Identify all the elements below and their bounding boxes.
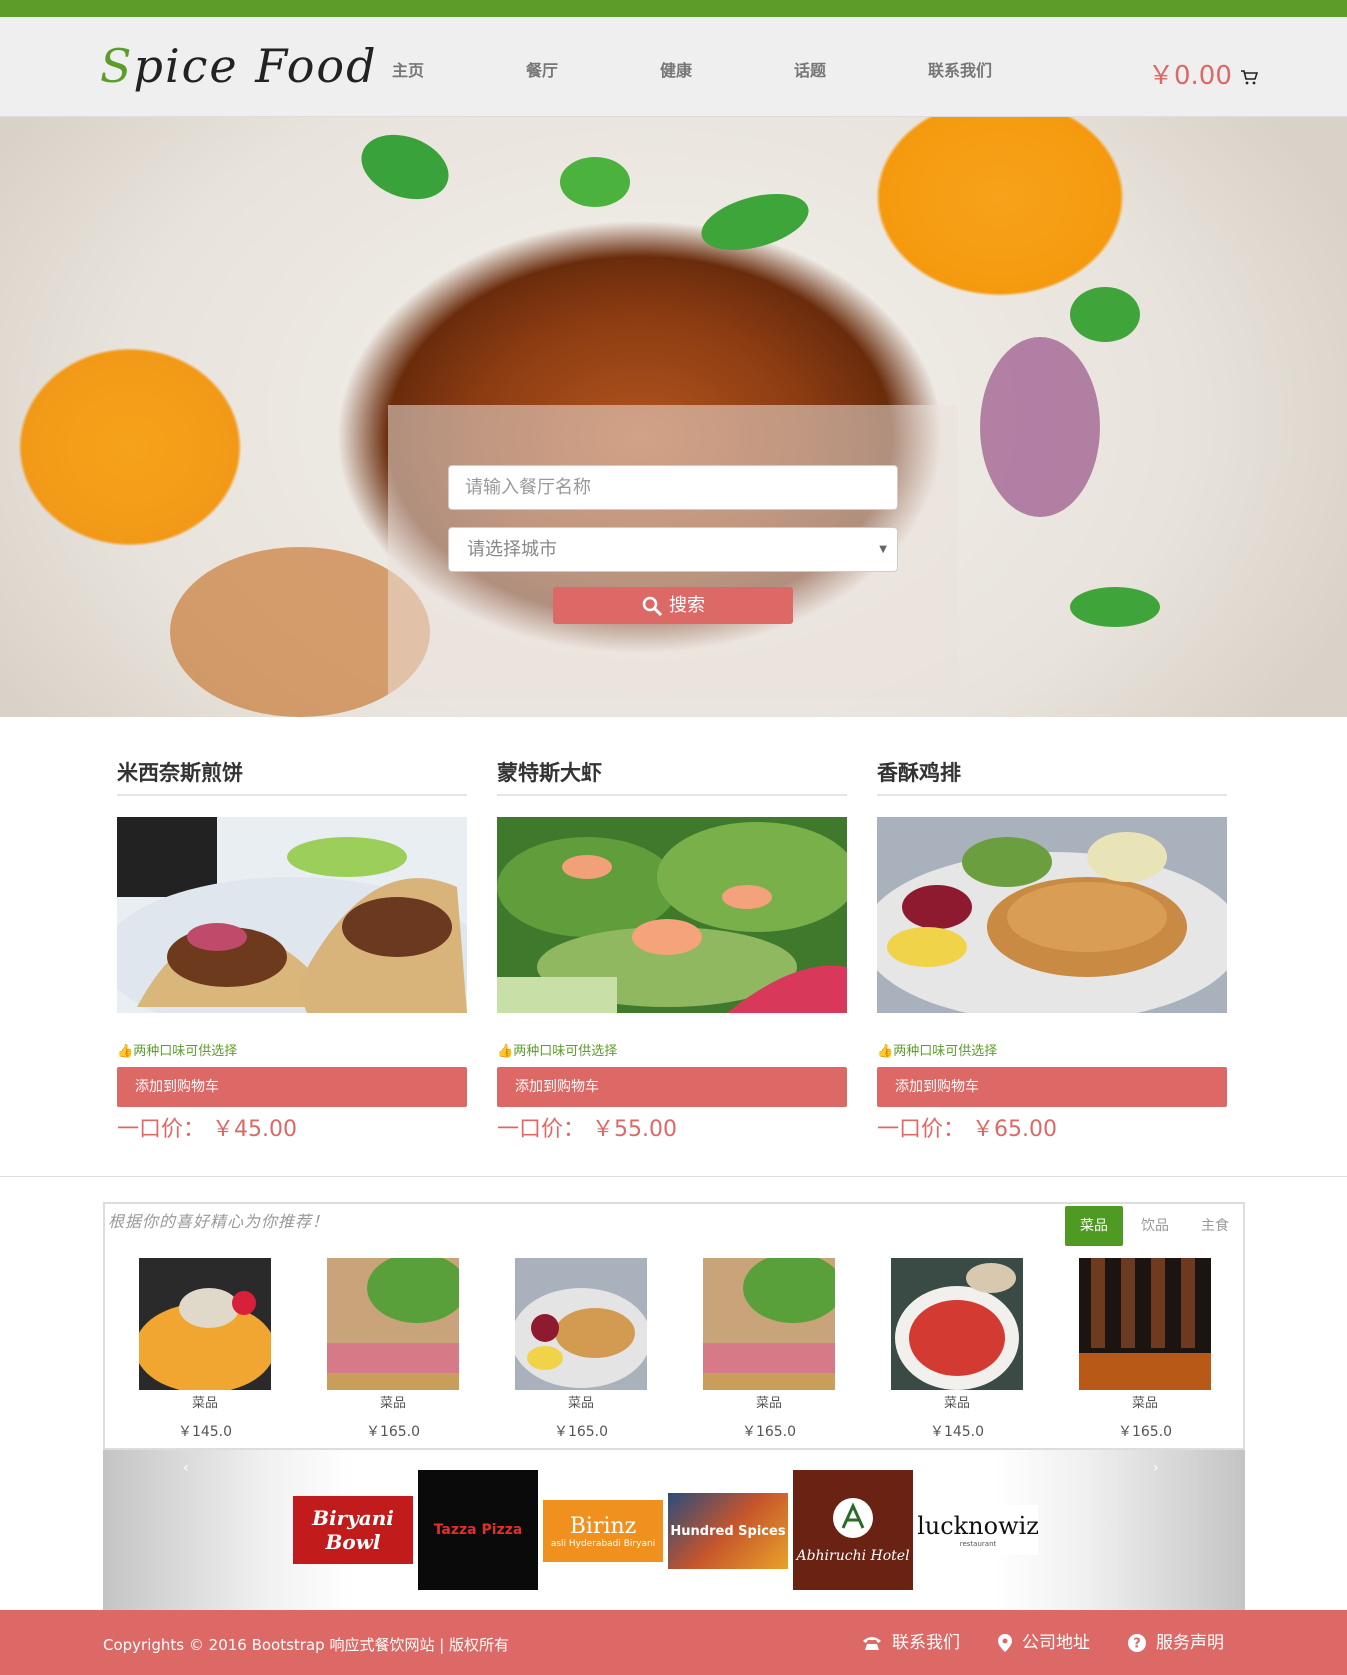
divider <box>117 794 467 796</box>
garnish <box>695 183 815 261</box>
dish-price: 一口价： ￥65.00 <box>877 1117 1057 1142</box>
garnish <box>1070 587 1160 627</box>
recommendation-panel: 根据你的喜好精心为你推荐！ 菜品 饮品 主食 菜品 ￥145.0 菜品 ￥165… <box>103 1202 1245 1450</box>
dish-thumbnail <box>891 1258 1023 1390</box>
recommended-dish[interactable]: 菜品 ￥165.0 <box>515 1258 647 1441</box>
nav-contact[interactable]: 联系我们 <box>928 57 992 81</box>
city-select[interactable]: 请选择城市 ▼ <box>448 527 898 572</box>
search-panel: 请输入餐厅名称 请选择城市 ▼ 搜索 <box>388 405 958 699</box>
dish-price: ￥165.0 <box>1117 1424 1173 1440</box>
dish-price: ￥165.0 <box>365 1424 421 1440</box>
nav-health[interactable]: 健康 <box>660 57 692 81</box>
brand-logo-hundred-spices[interactable]: Hundred Spices <box>668 1493 788 1569</box>
carousel-prev-button[interactable]: ‹ <box>183 1460 189 1476</box>
garnish <box>560 157 630 207</box>
dish-category: 菜品 <box>567 1396 594 1411</box>
site-logo[interactable]: Spice Food <box>100 39 378 93</box>
location-pin-icon <box>998 1634 1012 1652</box>
dish-note: 👍两种口味可供选择 <box>877 1044 998 1059</box>
dish-thumbnail <box>1079 1258 1211 1390</box>
search-button[interactable]: 搜索 <box>553 587 793 624</box>
carousel-next-button[interactable]: › <box>1153 1460 1159 1476</box>
shopping-cart-icon <box>1241 69 1259 84</box>
recommendation-title: 根据你的喜好精心为你推荐！ <box>108 1212 330 1231</box>
restaurant-name-input[interactable]: 请输入餐厅名称 <box>448 465 898 510</box>
divider <box>497 794 847 796</box>
garnish <box>352 123 458 211</box>
add-to-cart-button[interactable]: 添加到购物车 <box>877 1067 1227 1107</box>
thumbs-up-icon: 👍 <box>117 1044 134 1059</box>
dish-category: 菜品 <box>191 1396 218 1411</box>
dish-price: ￥145.0 <box>177 1424 233 1440</box>
garnish <box>980 337 1100 517</box>
svg-text:?: ? <box>1133 1637 1141 1652</box>
nav-restaurants[interactable]: 餐厅 <box>526 57 558 81</box>
dish-thumbnail <box>139 1258 271 1390</box>
recommended-dish[interactable]: 菜品 ￥165.0 <box>703 1258 835 1441</box>
brand-logo-abhiruchi-hotel[interactable]: Abhiruchi Hotel <box>793 1470 913 1590</box>
recommended-dish[interactable]: 菜品 ￥145.0 <box>891 1258 1023 1441</box>
dish-image-tacos[interactable] <box>117 817 467 1013</box>
tab-staples[interactable]: 主食 <box>1189 1206 1241 1246</box>
dish-category: 菜品 <box>755 1396 782 1411</box>
featured-dishes: 米西奈斯煎饼 👍两种口味可供选择 添加到购物车 一口价： ￥45.00 蒙特斯大… <box>0 717 1347 1177</box>
thumbs-up-icon: 👍 <box>877 1044 894 1059</box>
dish-image-shrimp-salad[interactable] <box>497 817 847 1013</box>
dish-thumbnail <box>327 1258 459 1390</box>
hotel-emblem-icon <box>833 1498 873 1538</box>
dish-note: 👍两种口味可供选择 <box>497 1044 618 1059</box>
dish-category: 菜品 <box>379 1396 406 1411</box>
dish-price: ￥165.0 <box>741 1424 797 1440</box>
footer-contact-link[interactable]: 联系我们 <box>862 1628 960 1653</box>
dish-price: ￥145.0 <box>929 1424 985 1440</box>
cart-button[interactable]: ￥0.00 <box>1148 55 1259 92</box>
add-to-cart-button[interactable]: 添加到购物车 <box>117 1067 467 1107</box>
nav-topics[interactable]: 话题 <box>794 57 826 81</box>
tab-dishes[interactable]: 菜品 <box>1065 1206 1123 1246</box>
brand-logo-lucknowiz[interactable]: lucknowiz restaurant <box>918 1505 1038 1555</box>
dish-category: 菜品 <box>1131 1396 1158 1411</box>
dish-title: 米西奈斯煎饼 <box>117 761 243 785</box>
dish-image-chicken-cutlet[interactable] <box>877 817 1227 1013</box>
question-circle-icon: ? <box>1128 1634 1146 1652</box>
cart-amount: ￥0.00 <box>1148 61 1232 91</box>
dish-price: 一口价： ￥45.00 <box>117 1117 297 1142</box>
recommended-dish[interactable]: 菜品 ￥165.0 <box>1079 1258 1211 1441</box>
footer-address-link[interactable]: 公司地址 <box>998 1628 1090 1653</box>
garnish <box>1070 287 1140 342</box>
brand-logo-birinz[interactable]: Birinz asli Hyderabadi Biryani <box>543 1500 663 1562</box>
hero-banner: 请输入餐厅名称 请选择城市 ▼ 搜索 <box>0 117 1347 717</box>
dropdown-arrow-icon: ▼ <box>879 544 887 555</box>
add-to-cart-button[interactable]: 添加到购物车 <box>497 1067 847 1107</box>
brand-logo-biryani-bowl[interactable]: Biryani Bowl <box>293 1496 413 1564</box>
dish-category: 菜品 <box>943 1396 970 1411</box>
top-accent-bar <box>0 0 1347 17</box>
copyright-text: Copyrights © 2016 Bootstrap 响应式餐饮网站 | 版权… <box>103 1636 510 1654</box>
nav-home[interactable]: 主页 <box>392 57 424 81</box>
footer-terms-link[interactable]: ? 服务声明 <box>1128 1628 1224 1653</box>
tab-drinks[interactable]: 饮品 <box>1129 1206 1181 1246</box>
dish-price: ￥165.0 <box>553 1424 609 1440</box>
dish-price: 一口价： ￥55.00 <box>497 1117 677 1142</box>
site-header: Spice Food 主页 餐厅 健康 话题 联系我们 ￥0.00 <box>0 17 1347 117</box>
search-icon <box>642 596 663 617</box>
dish-thumbnail <box>515 1258 647 1390</box>
dish-title: 蒙特斯大虾 <box>497 761 602 785</box>
recommended-dish[interactable]: 菜品 ￥145.0 <box>139 1258 271 1441</box>
thumbs-up-icon: 👍 <box>497 1044 514 1059</box>
brand-logo-tazza-pizza[interactable]: Tazza Pizza <box>418 1470 538 1590</box>
dish-note: 👍两种口味可供选择 <box>117 1044 238 1059</box>
recommended-dish[interactable]: 菜品 ￥165.0 <box>327 1258 459 1441</box>
divider <box>877 794 1227 796</box>
dish-thumbnail <box>703 1258 835 1390</box>
dish-title: 香酥鸡排 <box>877 761 961 785</box>
site-footer: Copyrights © 2016 Bootstrap 响应式餐饮网站 | 版权… <box>0 1610 1347 1675</box>
partner-brand-carousel: ‹ › Biryani Bowl Tazza Pizza Birinz asli… <box>103 1450 1245 1610</box>
phone-icon <box>863 1637 881 1650</box>
